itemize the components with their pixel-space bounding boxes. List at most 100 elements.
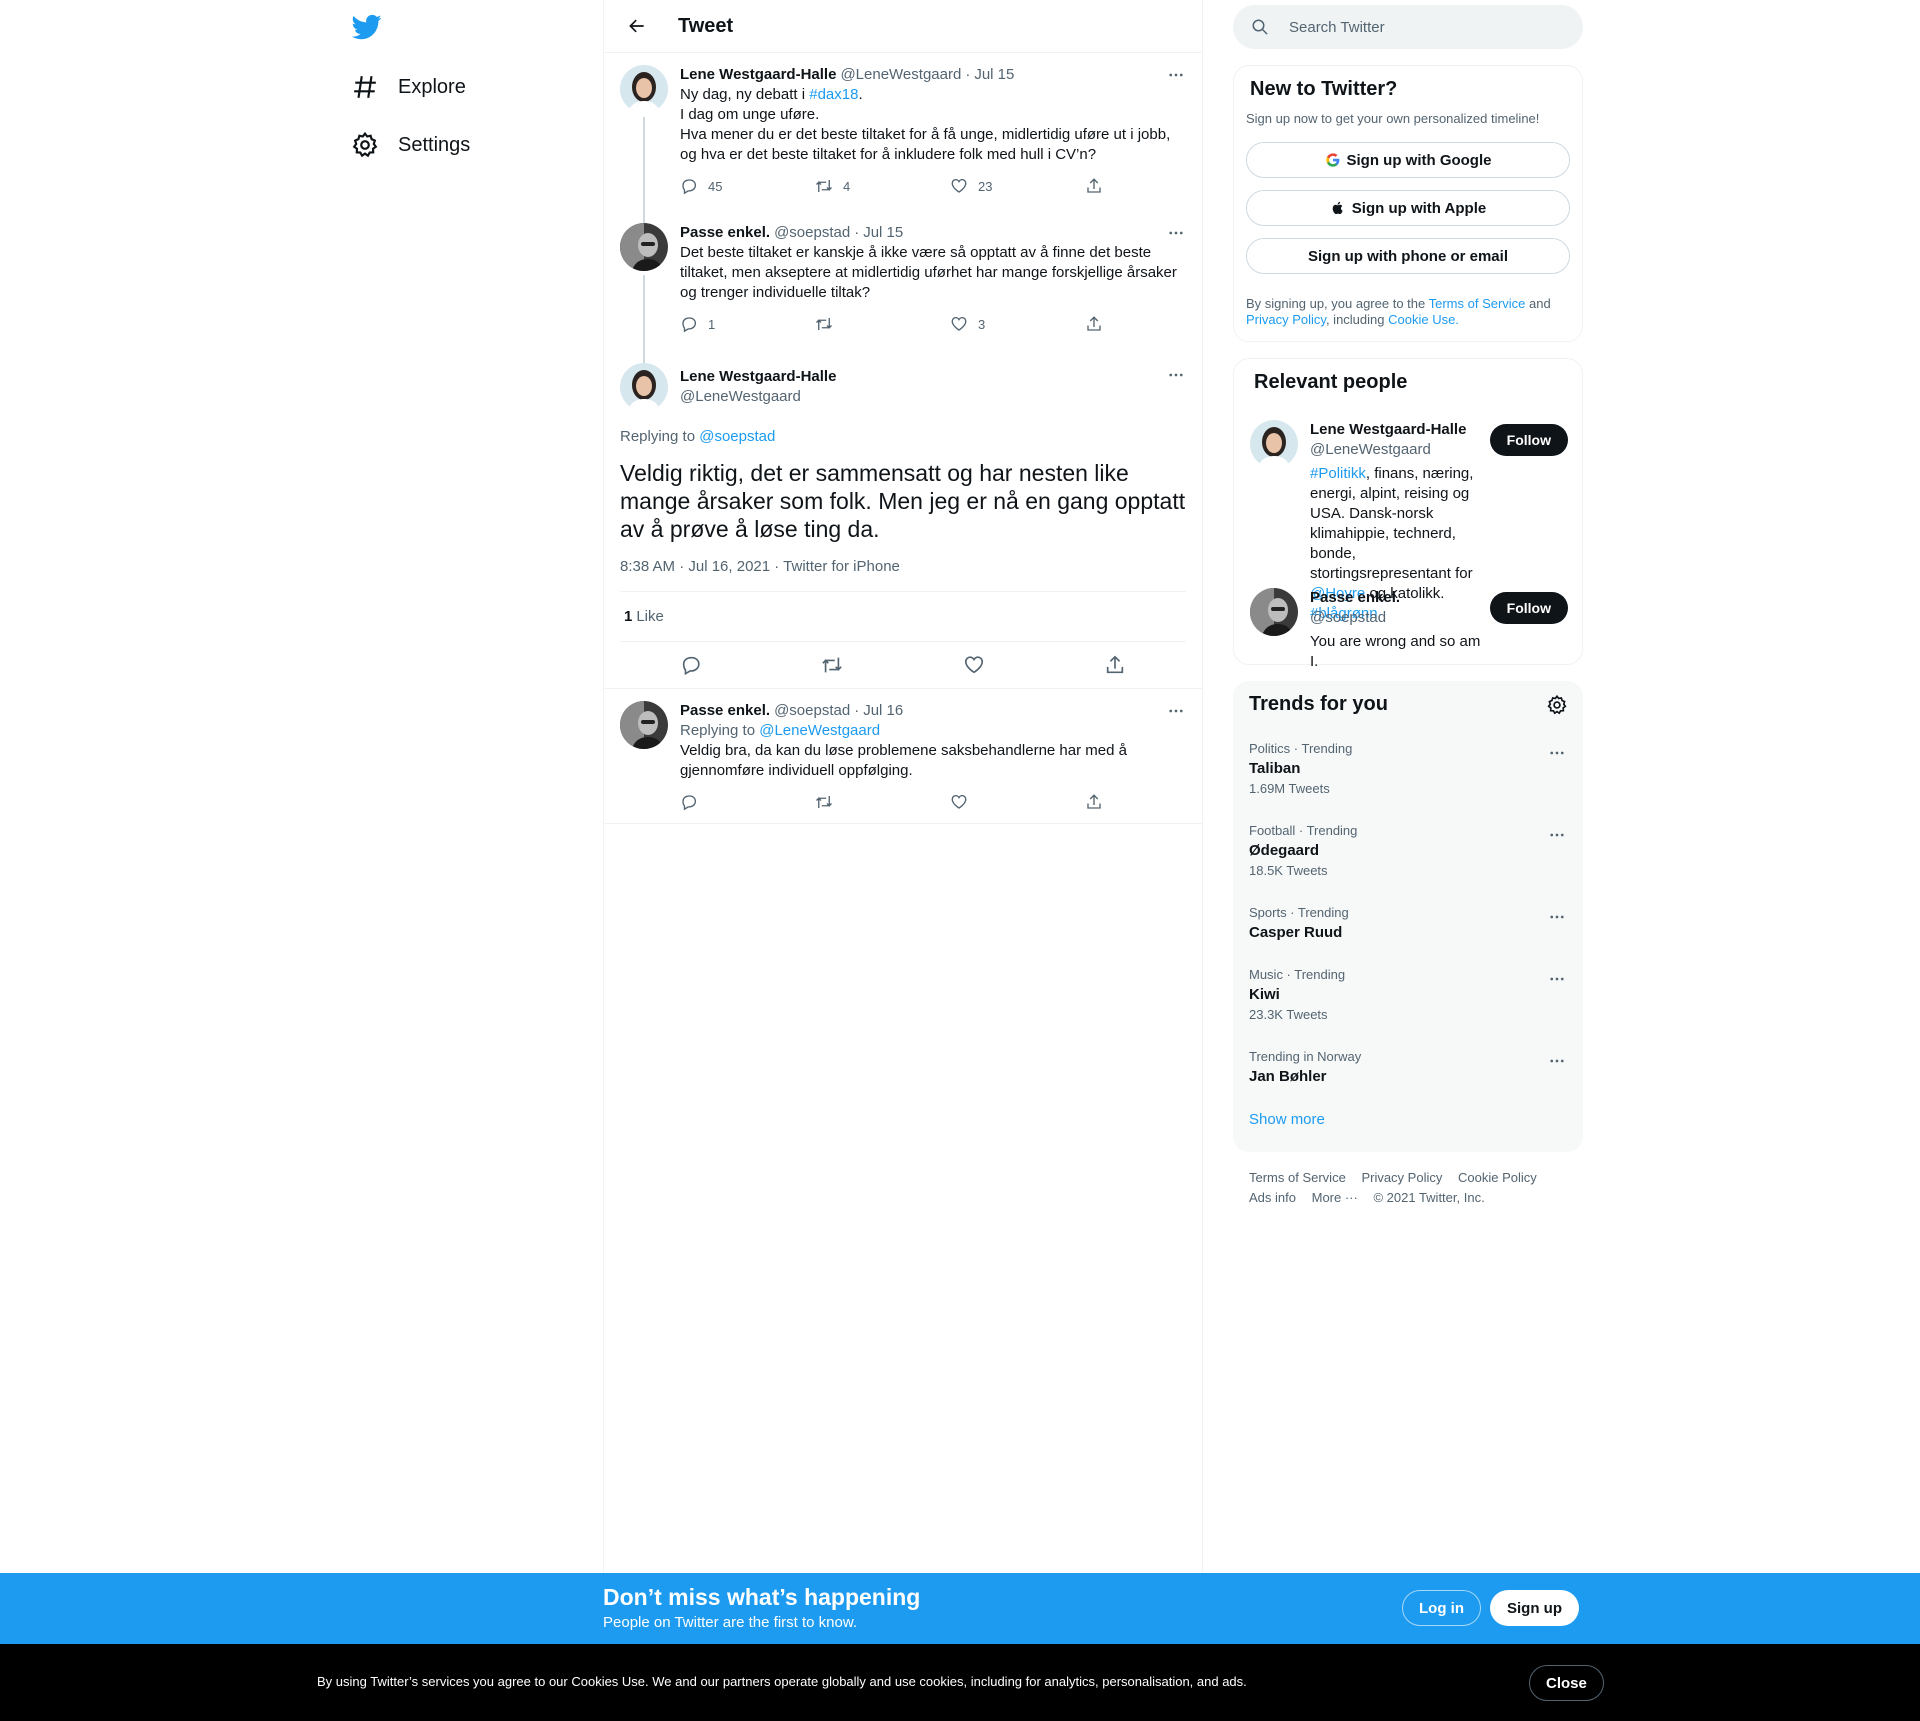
retweet-icon[interactable] (821, 654, 843, 676)
twitter-bird-icon[interactable] (351, 12, 382, 42)
avatar[interactable] (620, 65, 668, 113)
author-name[interactable]: Lene Westgaard-Halle (680, 368, 836, 385)
show-more-link[interactable]: Show more (1249, 1111, 1325, 1128)
legal-text-1: By signing up, you agree to the (1246, 296, 1429, 311)
tweet-date[interactable]: Jul 16 (863, 701, 903, 721)
trend-item[interactable]: Trending in Norway Jan Bøhler (1249, 1049, 1567, 1087)
more-options-button[interactable] (1547, 743, 1567, 763)
follow-button[interactable]: Follow (1489, 592, 1568, 624)
hashtag-link[interactable]: #Politikk (1310, 465, 1366, 482)
author-handle[interactable]: @soepstad (774, 701, 850, 721)
like-button[interactable]: 23 (950, 177, 1030, 195)
trend-item[interactable]: Music · Trending Kiwi 23.3K Tweets (1249, 967, 1567, 1023)
card-title: Relevant people (1254, 371, 1408, 393)
person-handle[interactable]: @LeneWestgaard (1310, 440, 1490, 460)
author-handle[interactable]: @LeneWestgaard (840, 65, 961, 85)
more-options-button[interactable] (1166, 223, 1186, 243)
nav-explore[interactable]: Explore (352, 67, 466, 107)
retweet-button[interactable]: 4 (815, 177, 895, 195)
trend-item[interactable]: Politics · Trending Taliban 1.69M Tweets (1249, 741, 1567, 797)
trend-item[interactable]: Sports · Trending Casper Ruud (1249, 905, 1567, 943)
trend-item[interactable]: Football · Trending Ødegaard 18.5K Tweet… (1249, 823, 1567, 879)
tweet-date[interactable]: Jul 15 (863, 223, 903, 243)
terms-link[interactable]: Terms of Service (1429, 296, 1526, 311)
author-handle[interactable]: @LeneWestgaard (680, 387, 836, 407)
footer-privacy-link[interactable]: Privacy Policy (1361, 1170, 1442, 1185)
focused-tweet: Lene Westgaard-Halle @LeneWestgaard Repl… (604, 351, 1202, 689)
more-options-button[interactable] (1166, 65, 1186, 85)
signup-google-button[interactable]: Sign up with Google (1246, 142, 1570, 178)
follow-button[interactable]: Follow (1489, 424, 1568, 456)
author-handle[interactable]: @soepstad (774, 223, 850, 243)
signup-banner: Don’t miss what’s happening People on Tw… (0, 1573, 1920, 1644)
reply-button[interactable]: 1 (680, 315, 760, 333)
avatar[interactable] (1250, 588, 1298, 636)
share-button[interactable] (1085, 177, 1105, 195)
share-button[interactable] (1085, 793, 1105, 811)
retweet-button[interactable] (815, 315, 895, 333)
person-handle[interactable]: @soepstad (1310, 608, 1490, 628)
reply-button[interactable]: 45 (680, 177, 760, 195)
person-item[interactable]: Passe enkel. @soepstad You are wrong and… (1250, 588, 1568, 672)
reply-icon (682, 795, 697, 811)
tweet-text-start: Ny dag, ny debatt i (680, 86, 810, 103)
reply-tweet[interactable]: Passe enkel. @soepstad · Jul 16 Replying… (604, 689, 1202, 824)
avatar[interactable] (620, 223, 668, 271)
author-name[interactable]: Passe enkel. (680, 223, 770, 243)
search-bar[interactable] (1233, 5, 1583, 49)
thread-tweet[interactable]: Passe enkel. @soepstad · Jul 15 Det best… (604, 211, 1202, 371)
banner-title: Don’t miss what’s happening (603, 1584, 921, 1610)
ellipsis-icon (1550, 833, 1564, 837)
share-button[interactable] (1085, 315, 1105, 333)
cookie-link[interactable]: Cookie Use. (1388, 312, 1459, 327)
like-button[interactable]: 3 (950, 315, 1030, 333)
signup-phone-button[interactable]: Sign up with phone or email (1246, 238, 1570, 274)
avatar[interactable] (1250, 420, 1298, 468)
mention-link[interactable]: @LeneWestgaard (759, 722, 880, 739)
person-name[interactable]: Lene Westgaard-Halle (1310, 421, 1466, 438)
footer-more-link[interactable]: More ··· (1312, 1190, 1358, 1205)
reply-button[interactable] (680, 793, 760, 811)
thread-tweet[interactable]: Lene Westgaard-Halle @LeneWestgaard · Ju… (604, 53, 1202, 235)
footer-cookie-link[interactable]: Cookie Policy (1458, 1170, 1537, 1185)
relevant-people-card: Relevant people Lene Westgaard-Halle @Le… (1233, 358, 1583, 670)
heart-icon (951, 794, 967, 809)
gear-icon (352, 132, 378, 158)
more-options-button[interactable] (1547, 1051, 1567, 1071)
nav-settings[interactable]: Settings (352, 125, 470, 165)
search-input[interactable] (1289, 18, 1549, 36)
more-options-button[interactable] (1166, 701, 1186, 721)
signup-button[interactable]: Sign up (1490, 1590, 1579, 1626)
close-button[interactable]: Close (1529, 1665, 1604, 1701)
tweet-date[interactable]: Jul 15 (974, 65, 1014, 85)
apple-icon (1332, 201, 1343, 215)
avatar[interactable] (620, 363, 668, 411)
mention-link[interactable]: @soepstad (699, 428, 775, 445)
more-options-button[interactable] (1547, 969, 1567, 989)
like-button[interactable] (950, 793, 1030, 811)
hashtag-link[interactable]: #dax18 (809, 86, 858, 103)
reply-icon[interactable] (680, 654, 702, 676)
trend-name: Kiwi (1249, 986, 1280, 1003)
login-button[interactable]: Log in (1402, 1590, 1481, 1626)
back-button[interactable] (620, 9, 654, 43)
tweet-timestamp[interactable]: 8:38 AM · Jul 16, 2021 · Twitter for iPh… (620, 558, 1186, 575)
signup-apple-button[interactable]: Sign up with Apple (1246, 190, 1570, 226)
retweet-button[interactable] (815, 793, 895, 811)
author-name[interactable]: Lene Westgaard-Halle (680, 65, 836, 85)
more-options-button[interactable] (1547, 825, 1567, 845)
share-icon[interactable] (1104, 654, 1126, 676)
author-name[interactable]: Passe enkel. (680, 701, 770, 721)
more-options-button[interactable] (1166, 365, 1186, 385)
more-options-button[interactable] (1547, 907, 1567, 927)
avatar[interactable] (620, 701, 668, 749)
gear-icon[interactable] (1547, 694, 1567, 715)
footer-ads-link[interactable]: Ads info (1249, 1190, 1296, 1205)
like-stats[interactable]: 1 Like (620, 591, 1186, 642)
privacy-link[interactable]: Privacy Policy (1246, 312, 1326, 327)
card-title: Trends for you (1249, 693, 1388, 715)
heart-icon[interactable] (963, 654, 985, 676)
footer-terms-link[interactable]: Terms of Service (1249, 1170, 1346, 1185)
ellipsis-icon (1169, 73, 1183, 77)
person-name[interactable]: Passe enkel. (1310, 589, 1400, 606)
